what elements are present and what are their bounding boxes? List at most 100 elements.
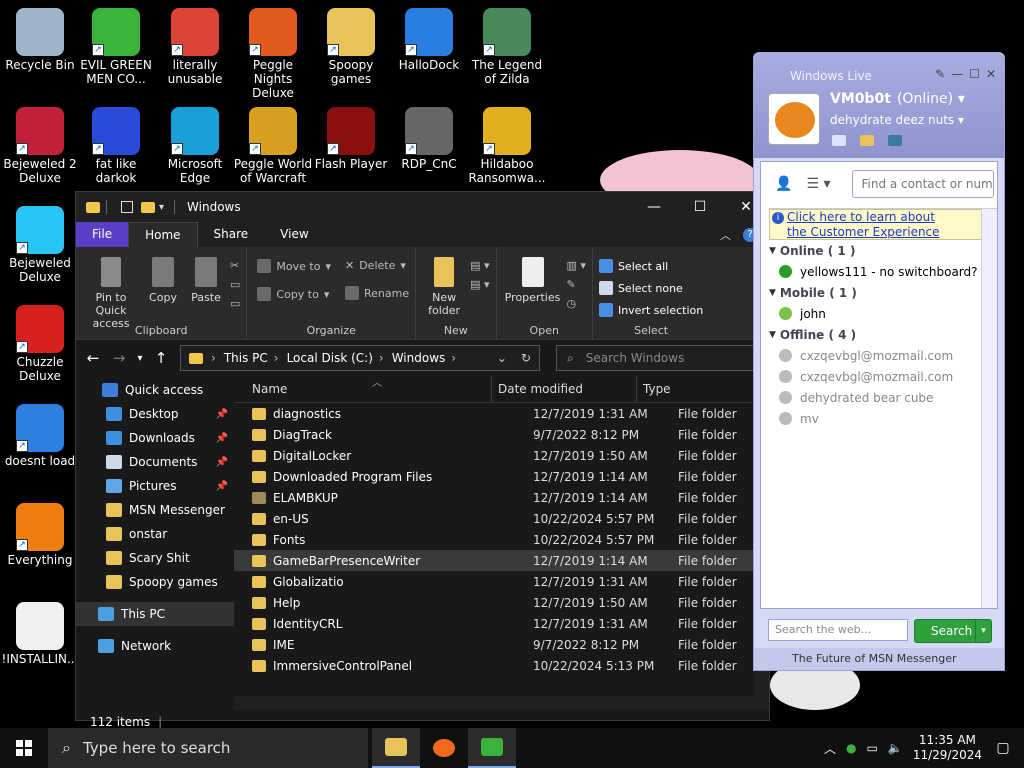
find-contact-input[interactable]: Find a contact or number xyxy=(852,170,995,198)
table-row[interactable]: Downloaded Program Files 12/7/2019 1:14 A… xyxy=(234,466,769,487)
invert-selection-button[interactable]: Invert selection xyxy=(598,303,703,317)
breadcrumb-this-pc[interactable]: This PC xyxy=(224,351,268,365)
desktop-icon[interactable]: ↗ Spoopy games xyxy=(311,8,391,86)
tab-file[interactable]: File xyxy=(76,222,129,247)
breadcrumb-local-disk[interactable]: Local Disk (C:) xyxy=(287,351,373,365)
new-folder-quick-icon[interactable] xyxy=(141,201,155,213)
add-contact-icon[interactable]: 👤 xyxy=(775,176,792,192)
minimize-button[interactable]: — xyxy=(631,192,677,222)
chevron-right-icon[interactable]: › xyxy=(211,351,216,365)
messenger-menu-icon[interactable]: ✎ xyxy=(935,67,945,81)
desktop-icon[interactable]: ↗Peggle World of Warcraft ... xyxy=(233,107,313,199)
pin-icon[interactable]: 📌 xyxy=(216,409,228,420)
collapse-ribbon-icon[interactable]: ︿ xyxy=(720,227,731,243)
nav-item[interactable]: MSN Messenger xyxy=(76,498,234,522)
nav-item[interactable]: Spoopy games xyxy=(76,570,234,594)
desktop-icon[interactable]: ↗ fat like darkok xyxy=(76,107,156,185)
info-banner[interactable]: i Click here to learn about the Customer… xyxy=(769,209,997,240)
open-icon[interactable]: ▥ ▾ xyxy=(567,259,586,272)
taskbar-app-button[interactable] xyxy=(420,728,468,768)
nav-item[interactable]: This PC xyxy=(76,602,234,626)
breadcrumb-windows[interactable]: Windows xyxy=(392,351,446,365)
table-row[interactable]: IME 9/7/2022 8:12 PM File folder xyxy=(234,634,769,655)
move-to-button[interactable]: Move to ▾ xyxy=(257,259,331,273)
paste-button[interactable]: Paste xyxy=(186,253,226,321)
table-row[interactable]: ImmersiveControlPanel 10/22/2024 5:13 PM F… xyxy=(234,655,769,676)
pin-to-quick-access-button[interactable]: Pin to Quick access xyxy=(82,253,140,330)
copy-button[interactable]: Copy xyxy=(144,253,182,321)
table-row[interactable]: Globalizatio 12/7/2019 1:31 AM File folder xyxy=(234,571,769,592)
copy-path-icon[interactable]: ▭ xyxy=(230,278,240,291)
properties-quick-icon[interactable] xyxy=(121,201,133,213)
column-type[interactable]: Type xyxy=(637,376,671,402)
messenger-window[interactable]: Windows Live ✎ — ☐ ✕ VM0b0t (Online) ▾ de… xyxy=(753,52,1005,671)
desktop-icon[interactable]: ↗ Chuzzle Deluxe xyxy=(0,305,80,383)
tab-home[interactable]: Home xyxy=(128,222,198,247)
table-row[interactable]: Help 12/7/2019 1:50 AM File folder xyxy=(234,592,769,613)
desktop-icon[interactable]: ↗ Flash Player xyxy=(311,107,391,171)
pin-icon[interactable]: 📌 xyxy=(216,481,228,492)
recent-locations-icon[interactable]: ▾ xyxy=(132,353,148,364)
nav-item[interactable]: Quick access xyxy=(76,378,234,402)
nav-item[interactable]: Pictures 📌 xyxy=(76,474,234,498)
table-row[interactable]: DigitalLocker 12/7/2019 1:50 AM File folde… xyxy=(234,445,769,466)
file-explorer-window[interactable]: ▾ Windows — ☐ ✕ File Home Share View ︿ ?… xyxy=(75,191,770,729)
folder-icon[interactable] xyxy=(860,135,874,146)
search-input[interactable]: ⌕ Search Windows xyxy=(556,345,756,371)
desktop-icon[interactable]: ↗ EVIL GREEN MEN CO... xyxy=(76,8,156,86)
table-row[interactable]: en-US 10/22/2024 5:57 PM File folder xyxy=(234,508,769,529)
nav-item[interactable]: Documents 📌 xyxy=(76,450,234,474)
start-button[interactable] xyxy=(0,728,48,768)
clock[interactable]: 11:35 AM 11/29/2024 xyxy=(913,733,982,763)
display-name[interactable]: VM0b0t (Online) ▾ xyxy=(830,91,965,107)
table-row[interactable]: diagnostics 12/7/2019 1:31 AM File folder xyxy=(234,403,769,424)
contact-group-header[interactable]: ▼ Mobile ( 1 ) xyxy=(769,282,997,303)
close-button[interactable]: ✕ xyxy=(986,67,996,81)
tab-view[interactable]: View xyxy=(264,222,324,247)
contact-item[interactable]: john xyxy=(769,303,997,324)
address-dropdown-icon[interactable]: ⌄ xyxy=(497,351,507,365)
vertical-scrollbar[interactable] xyxy=(981,209,997,608)
volume-icon[interactable]: 🔈 xyxy=(888,741,903,755)
table-row[interactable]: GameBarPresenceWriter 12/7/2019 1:14 AM Fi… xyxy=(234,550,769,571)
select-none-button[interactable]: Select none xyxy=(598,281,703,295)
desktop-icon[interactable]: ↗ HalloDock xyxy=(389,8,469,72)
nav-item[interactable]: Scary Shit xyxy=(76,546,234,570)
maximize-button[interactable]: ☐ xyxy=(677,192,723,222)
desktop-icon[interactable]: ↗ literally unusable xyxy=(155,8,235,86)
column-date-modified[interactable]: Date modified xyxy=(492,376,637,402)
rename-button[interactable]: Rename xyxy=(344,286,409,300)
desktop-icon[interactable]: ↗ Peggle Nights Deluxe xyxy=(233,8,313,100)
network-icon[interactable]: ▭ xyxy=(867,741,878,755)
maximize-button[interactable]: ☐ xyxy=(969,67,980,81)
table-row[interactable]: Fonts 10/22/2024 5:57 PM File folder xyxy=(234,529,769,550)
desktop-icon[interactable]: ↗ Microsoft Edge xyxy=(155,107,235,185)
cut-icon[interactable]: ✂ xyxy=(230,259,240,272)
pin-icon[interactable]: 📌 xyxy=(216,433,228,444)
nav-item[interactable]: Downloads 📌 xyxy=(76,426,234,450)
horizontal-scrollbar[interactable] xyxy=(234,696,769,710)
new-item-icon[interactable]: ▤ ▾ xyxy=(470,259,489,272)
taskbar-app-button[interactable] xyxy=(468,728,516,768)
contact-item[interactable]: cxzqevbgl@mozmail.com xyxy=(769,366,997,387)
sort-contacts-icon[interactable]: ☰ ▾ xyxy=(806,176,830,192)
desktop-icon[interactable]: ↗ Hildaboo Ransomwa... xyxy=(467,107,547,185)
select-all-button[interactable]: Select all xyxy=(598,259,703,273)
customer-experience-link[interactable]: Click here to learn about the Customer E… xyxy=(787,210,957,239)
quick-access-toolbar-dropdown[interactable]: ▾ xyxy=(159,202,164,213)
nav-item[interactable]: Network xyxy=(76,634,234,658)
desktop-icon[interactable]: ↗ The Legend of Zilda xyxy=(467,8,547,86)
taskbar-search-input[interactable]: ⌕ Type here to search xyxy=(48,728,368,768)
contact-group-header[interactable]: ▼ Online ( 1 ) xyxy=(769,240,997,261)
table-row[interactable]: ELAMBKUP 12/7/2019 1:14 AM File folder xyxy=(234,487,769,508)
desktop-icon[interactable]: ↗ RDP_CnC xyxy=(389,107,469,171)
properties-button[interactable]: Properties xyxy=(503,253,563,321)
table-row[interactable]: IdentityCRL 12/7/2019 1:31 AM File folder xyxy=(234,613,769,634)
contact-item[interactable]: mv xyxy=(769,408,997,429)
notification-icon[interactable]: ▢ xyxy=(992,740,1014,756)
chevron-right-icon[interactable]: › xyxy=(274,351,279,365)
table-row[interactable]: DiagTrack 9/7/2022 8:12 PM File folder xyxy=(234,424,769,445)
web-search-button[interactable]: Search ▾ xyxy=(914,619,992,643)
nav-item[interactable]: Desktop 📌 xyxy=(76,402,234,426)
column-name[interactable]: Name xyxy=(234,376,492,402)
